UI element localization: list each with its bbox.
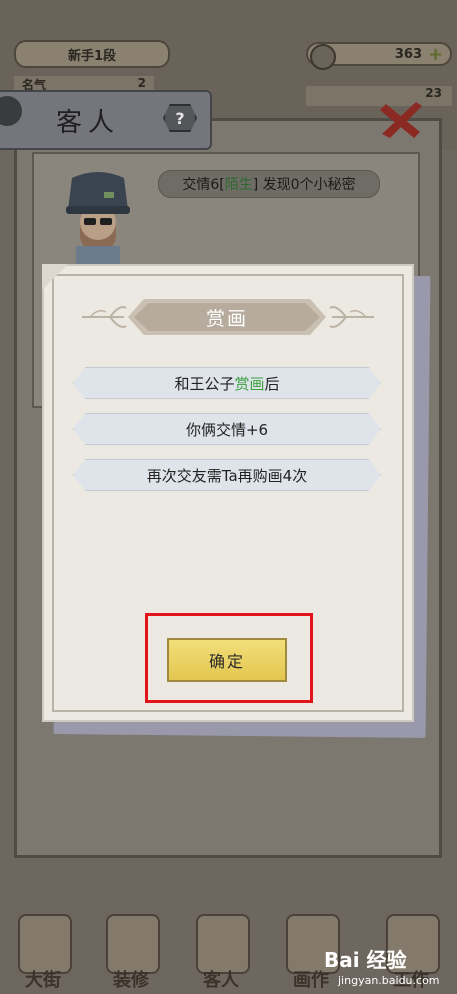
nav-decorate[interactable]: 装修 — [92, 910, 170, 994]
nav-street[interactable]: 大街 — [4, 910, 82, 994]
nav-guests[interactable]: 客人 — [182, 910, 260, 994]
reward-row-2-text: 你俩交情+6 — [185, 420, 269, 439]
coin-icon — [310, 44, 336, 70]
friendship-status-value: 陌生 — [224, 177, 253, 193]
guest-panel-title: 客人 — [56, 107, 121, 138]
decorate-icon — [106, 914, 160, 974]
modal-title-plate: 赏画 — [128, 299, 326, 335]
nav-decorate-label: 装修 — [113, 970, 149, 991]
coin-value: 363 — [394, 46, 422, 62]
watermark-url: jingyan.baidu.com — [338, 974, 440, 987]
reward-row-2: 你俩交情+6 — [73, 413, 381, 445]
guest-avatar — [66, 172, 130, 270]
help-icon-glyph: ? — [175, 108, 185, 128]
title-ornament-left-icon — [82, 306, 127, 328]
nav-street-label: 大街 — [25, 970, 61, 991]
close-icon[interactable] — [376, 96, 430, 140]
reward-row-3: 再次交友需Ta再购画4次 — [73, 459, 381, 491]
confirm-button-label: 确定 — [208, 652, 245, 671]
watermark-subtext: jingyan.baidu.com — [338, 974, 440, 987]
rank-badge: 新手1段 — [14, 40, 170, 68]
reward-row-1-suffix: 后 — [264, 374, 280, 393]
help-icon[interactable]: ? — [163, 104, 197, 132]
reward-row-1-prefix: 和王公子 — [174, 374, 235, 393]
confirm-button[interactable]: 确定 — [167, 638, 287, 682]
friendship-suffix: ] 发现0个小秘密 — [252, 177, 356, 193]
reward-row-1: 和王公子 赏画 后 — [73, 367, 381, 399]
friendship-status: 交情6[ 陌生 ] 发现0个小秘密 — [158, 170, 380, 198]
reward-row-1-highlight: 赏画 — [234, 374, 265, 393]
nav-guests-label: 客人 — [203, 970, 239, 991]
street-icon — [18, 914, 72, 974]
title-ornament-right-icon — [329, 306, 374, 328]
watermark-text: Bai 经验 — [324, 948, 407, 972]
modal-title: 赏画 — [134, 303, 320, 331]
friendship-prefix: 交情6[ — [182, 177, 225, 193]
add-coins-icon[interactable]: + — [428, 46, 446, 64]
guests-icon — [196, 914, 250, 974]
rank-label: 新手1段 — [67, 48, 117, 64]
reward-row-3-text: 再次交友需Ta再购画4次 — [146, 466, 308, 485]
